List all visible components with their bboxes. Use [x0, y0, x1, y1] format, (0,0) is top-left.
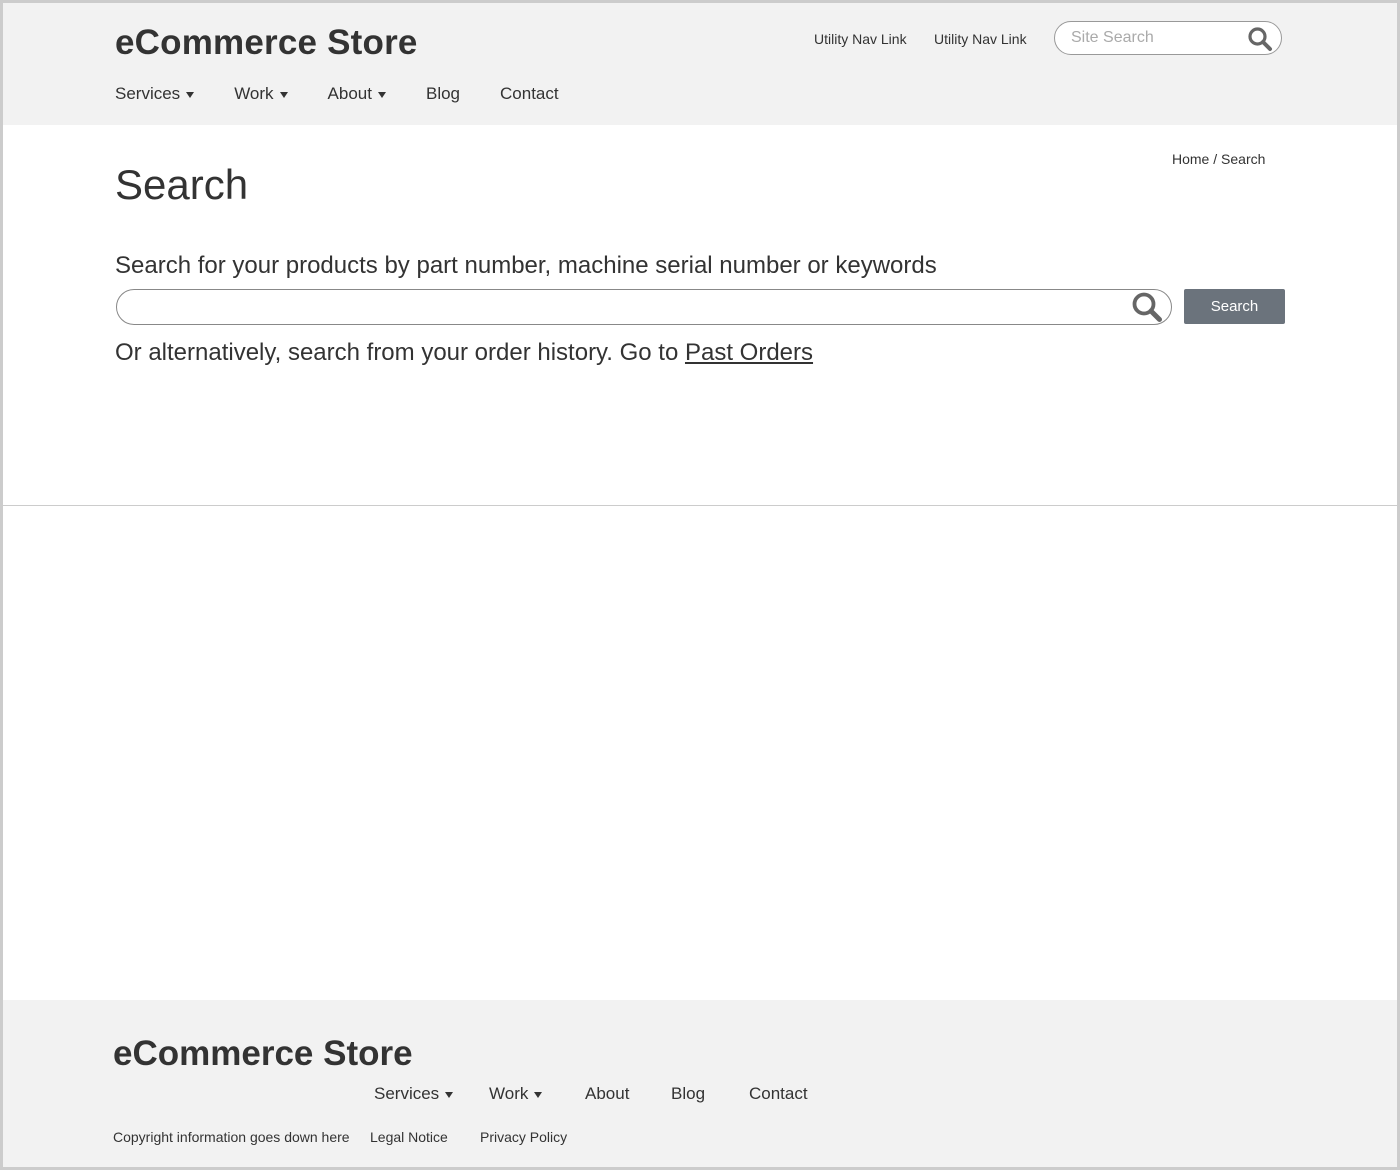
- product-search-input[interactable]: [135, 295, 1115, 319]
- site-search-box: [1054, 21, 1282, 55]
- nav-item-label: Services: [115, 84, 181, 103]
- order-history-text: Or alternatively, search from your order…: [115, 339, 813, 367]
- nav-item-label: About: [327, 84, 372, 103]
- caret-down-icon: [279, 91, 288, 98]
- nav-item-label: Contact: [500, 84, 559, 103]
- breadcrumb: Home / Search: [1172, 151, 1265, 167]
- utility-nav-link-2[interactable]: Utility Nav Link: [934, 31, 1027, 47]
- nav-item-label: Work: [489, 1084, 529, 1103]
- page-title: Search: [115, 161, 249, 208]
- footer-nav-item-blog[interactable]: Blog: [671, 1084, 705, 1104]
- nav-item-contact[interactable]: Contact: [500, 84, 559, 104]
- site-search-input[interactable]: [1071, 26, 1241, 50]
- breadcrumb-home[interactable]: Home: [1172, 151, 1209, 167]
- privacy-policy-link[interactable]: Privacy Policy: [480, 1129, 567, 1145]
- caret-down-icon: [377, 91, 386, 98]
- footer-nav-item-about[interactable]: About: [585, 1084, 629, 1104]
- nav-item-label: Work: [234, 84, 274, 103]
- product-search-box: [116, 289, 1172, 325]
- content-divider: [3, 505, 1397, 506]
- utility-nav-link-1[interactable]: Utility Nav Link: [814, 31, 907, 47]
- caret-down-icon: [534, 1091, 543, 1098]
- nav-item-blog[interactable]: Blog: [426, 84, 460, 104]
- footer-nav-item-services[interactable]: Services: [374, 1084, 454, 1104]
- caret-down-icon: [186, 91, 195, 98]
- search-button[interactable]: Search: [1184, 289, 1285, 324]
- main-nav: Services Work About Blog Contact: [115, 83, 559, 105]
- footer-nav-item-work[interactable]: Work: [489, 1084, 543, 1104]
- footer-logo[interactable]: eCommerce Store: [113, 1034, 413, 1074]
- order-history-prompt: Or alternatively, search from your order…: [115, 339, 679, 366]
- nav-item-label: Services: [374, 1084, 440, 1103]
- site-header: eCommerce Store Utility Nav Link Utility…: [3, 3, 1397, 125]
- site-logo[interactable]: eCommerce Store: [115, 23, 418, 63]
- site-footer: eCommerce Store Services Work About Blog…: [3, 1000, 1397, 1167]
- search-icon[interactable]: [1247, 26, 1273, 52]
- copyright-text: Copyright information goes down here: [113, 1129, 350, 1145]
- breadcrumb-separator: /: [1213, 151, 1218, 167]
- breadcrumb-current: Search: [1221, 151, 1266, 167]
- nav-item-label: Blog: [671, 1084, 706, 1103]
- search-instructions: Search for your products by part number,…: [115, 252, 937, 279]
- caret-down-icon: [445, 1091, 454, 1098]
- footer-nav-item-contact[interactable]: Contact: [749, 1084, 808, 1104]
- past-orders-link[interactable]: Past Orders: [685, 339, 813, 366]
- nav-item-label: About: [585, 1084, 630, 1103]
- nav-item-work[interactable]: Work: [234, 84, 288, 104]
- nav-item-label: Blog: [425, 84, 461, 103]
- nav-item-about[interactable]: About: [328, 84, 386, 104]
- nav-item-services[interactable]: Services: [115, 84, 195, 104]
- page-frame: eCommerce Store Utility Nav Link Utility…: [0, 0, 1400, 1170]
- nav-item-label: Contact: [749, 1084, 808, 1103]
- legal-notice-link[interactable]: Legal Notice: [370, 1129, 448, 1145]
- search-icon[interactable]: [1131, 291, 1163, 323]
